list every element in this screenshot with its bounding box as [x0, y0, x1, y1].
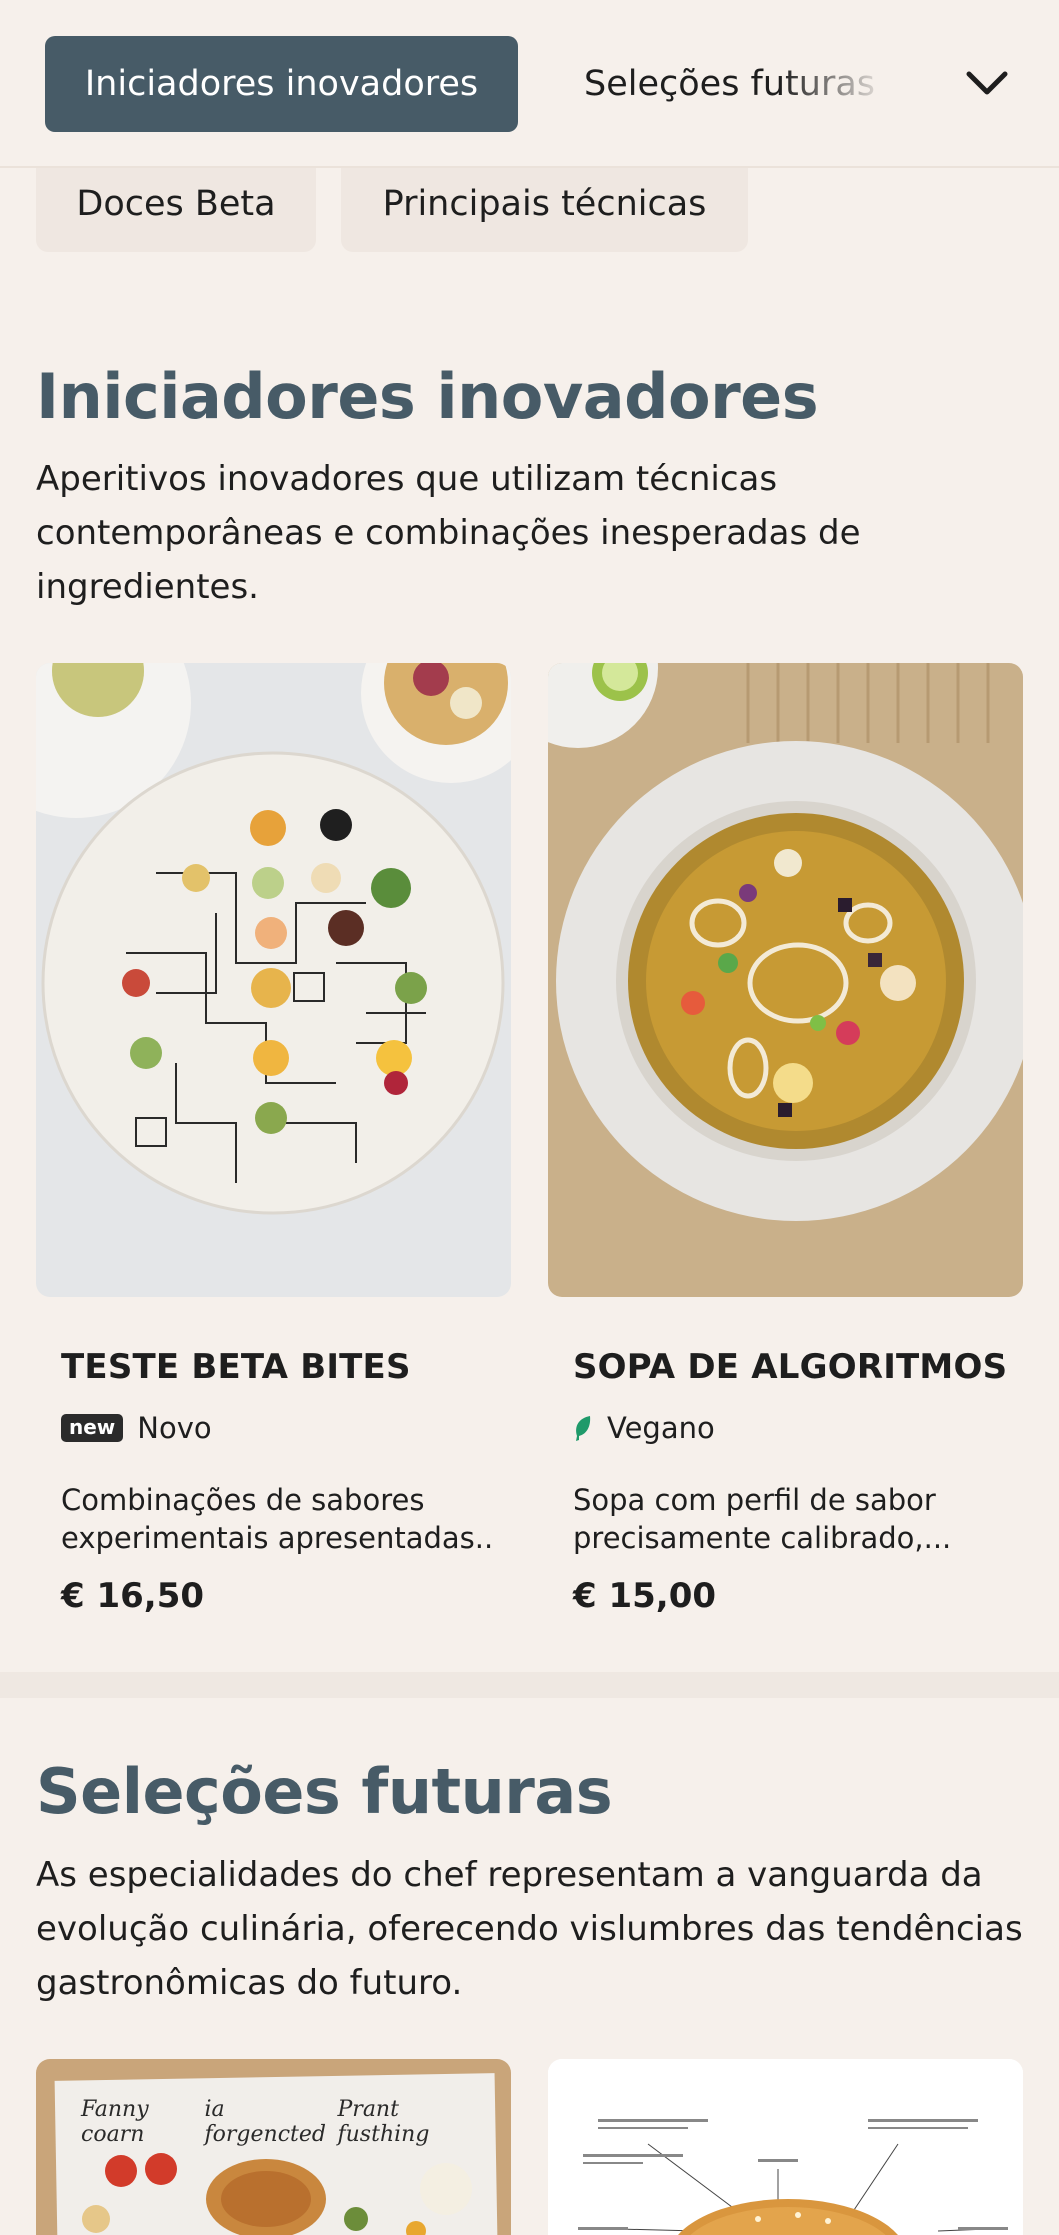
- photo-caption: ia forgencted: [204, 2097, 326, 2147]
- expand-categories-button[interactable]: [955, 52, 1019, 116]
- photo-caption: Prant fusthing: [337, 2097, 430, 2147]
- description-line: ingredientes.: [36, 567, 259, 607]
- description-line: experimentais apresentadas...: [61, 1521, 491, 1555]
- item-tag: new Novo: [61, 1408, 212, 1448]
- photo-caption: Fanny coarn: [81, 2097, 149, 2147]
- description-line: contemporâneas e combinações inesperadas…: [36, 513, 861, 553]
- leaf-icon: [576, 1416, 591, 1441]
- description-line: As especialidades do chef representam a …: [36, 1855, 983, 1895]
- section-title: Iniciadores inovadores: [36, 360, 819, 433]
- section-description: Aperitivos inovadores que utilizam técni…: [36, 452, 1026, 614]
- item-description: Combinações de sabores experimentais apr…: [61, 1481, 491, 1557]
- dish-photo: [548, 2059, 1023, 2235]
- description-line: Aperitivos inovadores que utilizam técni…: [36, 459, 778, 499]
- category-nav: Iniciadores inovadores Seleções futuras: [0, 0, 1059, 168]
- description-line: precisamente calibrado,...: [573, 1521, 952, 1555]
- tag-label: Vegano: [607, 1411, 715, 1445]
- tab-selecoes-futuras[interactable]: Seleções futuras: [584, 36, 875, 132]
- dish-photo: [548, 663, 1023, 1297]
- dish-photo: Fanny coarn ia forgencted Prant fusthing: [36, 2059, 511, 2235]
- item-name: TESTE BETA BITES: [61, 1347, 411, 1387]
- item-description: Sopa com perfil de sabor precisamente ca…: [573, 1481, 1003, 1557]
- item-tag: Vegano: [573, 1408, 715, 1448]
- item-price: € 16,50: [61, 1576, 205, 1616]
- section-description: As especialidades do chef representam a …: [36, 1848, 1026, 2010]
- dish-photo: [36, 663, 511, 1297]
- section-divider: [0, 1672, 1059, 1698]
- tab-iniciadores-inovadores[interactable]: Iniciadores inovadores: [45, 36, 518, 132]
- description-line: Sopa com perfil de sabor: [573, 1483, 936, 1517]
- menu-item-card[interactable]: SOPA DE ALGORITMOS Vegano Sopa com perfi…: [548, 663, 1023, 1618]
- description-line: evolução culinária, oferecendo vislumbre…: [36, 1909, 1023, 1949]
- description-line: gastronômicas do futuro.: [36, 1963, 463, 2003]
- tag-label: Novo: [137, 1411, 212, 1445]
- menu-item-card[interactable]: Fanny coarn ia forgencted Prant fusthing: [36, 2059, 511, 2235]
- description-line: Combinações de sabores: [61, 1483, 425, 1517]
- item-name: SOPA DE ALGORITMOS: [573, 1347, 1008, 1387]
- item-price: € 15,00: [573, 1576, 717, 1616]
- chevron-down-icon: [966, 71, 1008, 95]
- section-title: Seleções futuras: [36, 1755, 613, 1828]
- new-badge-icon: new: [61, 1414, 124, 1442]
- menu-item-card[interactable]: [548, 2059, 1023, 2235]
- menu-item-card[interactable]: TESTE BETA BITES new Novo Combinações de…: [36, 663, 511, 1618]
